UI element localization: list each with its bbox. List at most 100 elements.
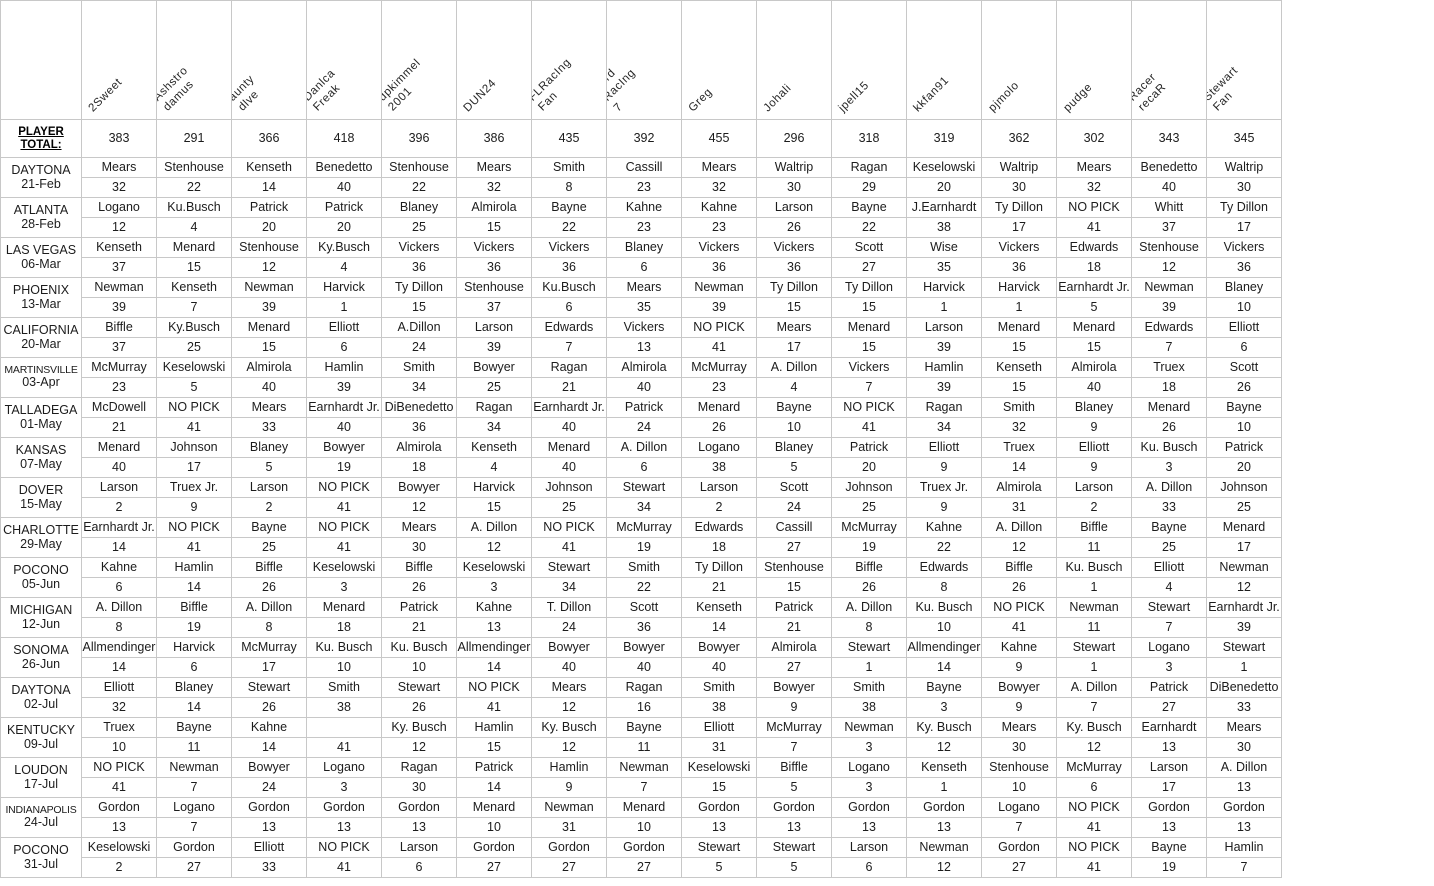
driver-score-cell[interactable]: 8 [531,177,607,198]
driver-score-cell[interactable]: 25 [456,377,532,398]
driver-pick-cell[interactable]: Elliott [1206,317,1282,338]
driver-pick-cell[interactable]: Kahne [981,637,1057,658]
driver-score-cell[interactable]: 4 [1131,577,1207,598]
driver-score-cell[interactable]: 37 [1131,217,1207,238]
driver-pick-cell[interactable]: Kahne [231,717,307,738]
player-header-ford-racing-7[interactable]: Ford RacIng 7 [606,0,682,120]
driver-score-cell[interactable]: 21 [756,617,832,638]
driver-score-cell[interactable]: 37 [81,257,157,278]
driver-score-cell[interactable]: 41 [456,697,532,718]
driver-score-cell[interactable]: 15 [981,337,1057,358]
driver-pick-cell[interactable]: Ku. Busch [306,637,382,658]
driver-pick-cell[interactable]: Patrick [1206,437,1282,458]
driver-pick-cell[interactable]: Logano [81,197,157,218]
driver-score-cell[interactable]: 25 [831,497,907,518]
driver-score-cell[interactable]: 7 [156,777,232,798]
driver-score-cell[interactable]: 20 [906,177,982,198]
driver-score-cell[interactable]: 13 [1131,817,1207,838]
driver-score-cell[interactable]: 27 [756,537,832,558]
driver-score-cell[interactable]: 12 [456,537,532,558]
driver-score-cell[interactable]: 23 [606,217,682,238]
driver-score-cell[interactable]: 22 [606,577,682,598]
driver-pick-cell[interactable]: NO PICK [306,517,382,538]
driver-score-cell[interactable]: 30 [381,777,457,798]
driver-pick-cell[interactable]: Gordon [306,797,382,818]
driver-pick-cell[interactable]: Menard [981,317,1057,338]
driver-score-cell[interactable]: 36 [981,257,1057,278]
driver-score-cell[interactable]: 13 [231,817,307,838]
driver-pick-cell[interactable]: A.Dillon [381,317,457,338]
driver-pick-cell[interactable]: Newman [831,717,907,738]
driver-pick-cell[interactable]: Ky.Busch [306,237,382,258]
driver-pick-cell[interactable]: Truex Jr. [156,477,232,498]
driver-score-cell[interactable]: 34 [906,417,982,438]
driver-score-cell[interactable]: 13 [1206,777,1282,798]
driver-score-cell[interactable]: 6 [531,297,607,318]
driver-pick-cell[interactable]: Ty Dillon [981,197,1057,218]
driver-score-cell[interactable]: 14 [981,457,1057,478]
driver-pick-cell[interactable]: Bayne [1131,837,1207,858]
driver-score-cell[interactable]: 22 [381,177,457,198]
driver-pick-cell[interactable]: Elliott [906,437,982,458]
driver-score-cell[interactable]: 25 [231,537,307,558]
driver-pick-cell[interactable]: Hamlin [306,357,382,378]
driver-pick-cell[interactable]: Ku. Busch [1131,437,1207,458]
driver-score-cell[interactable]: 33 [1206,697,1282,718]
driver-pick-cell[interactable]: Allmendinger [456,637,532,658]
driver-pick-cell[interactable]: Keselowski [906,157,982,178]
driver-pick-cell[interactable]: Edwards [1056,237,1132,258]
driver-score-cell[interactable]: 40 [231,377,307,398]
driver-pick-cell[interactable]: Stewart [1206,637,1282,658]
driver-pick-cell[interactable]: Bowyer [606,637,682,658]
driver-pick-cell[interactable]: Kahne [681,197,757,218]
driver-pick-cell[interactable]: Hamlin [156,557,232,578]
driver-pick-cell[interactable]: Ragan [606,677,682,698]
driver-pick-cell[interactable]: Gordon [831,797,907,818]
driver-pick-cell[interactable]: Bayne [606,717,682,738]
driver-score-cell[interactable]: 14 [456,657,532,678]
driver-score-cell[interactable]: 23 [606,177,682,198]
driver-score-cell[interactable]: 14 [456,777,532,798]
driver-pick-cell[interactable]: Bowyer [531,637,607,658]
driver-pick-cell[interactable]: Ragan [456,397,532,418]
driver-pick-cell[interactable]: Gordon [1206,797,1282,818]
driver-score-cell[interactable]: 39 [906,337,982,358]
driver-score-cell[interactable]: 12 [531,697,607,718]
driver-pick-cell[interactable]: Kenseth [981,357,1057,378]
driver-score-cell[interactable]: 36 [681,257,757,278]
driver-score-cell[interactable]: 39 [306,377,382,398]
driver-score-cell[interactable]: 33 [231,857,307,878]
driver-score-cell[interactable]: 12 [381,497,457,518]
driver-score-cell[interactable]: 9 [981,657,1057,678]
driver-pick-cell[interactable]: A. Dillon [756,357,832,378]
driver-score-cell[interactable]: 30 [1206,737,1282,758]
driver-pick-cell[interactable]: Patrick [231,197,307,218]
player-header-pjmolo[interactable]: pjmolo [981,0,1057,120]
driver-pick-cell[interactable]: Logano [1131,637,1207,658]
player-header-flracingfan[interactable]: FLRacIng Fan [531,0,607,120]
driver-score-cell[interactable]: 21 [681,577,757,598]
driver-score-cell[interactable]: 35 [906,257,982,278]
driver-score-cell[interactable]: 41 [306,537,382,558]
driver-pick-cell[interactable]: McMurray [81,357,157,378]
driver-score-cell[interactable]: 40 [1131,177,1207,198]
driver-score-cell[interactable]: 22 [531,217,607,238]
driver-score-cell[interactable]: 9 [906,497,982,518]
driver-pick-cell[interactable]: Smith [531,157,607,178]
driver-pick-cell[interactable]: Larson [456,317,532,338]
driver-score-cell[interactable]: 13 [381,817,457,838]
driver-score-cell[interactable]: 6 [156,657,232,678]
driver-pick-cell[interactable]: Larson [81,477,157,498]
driver-score-cell[interactable]: 36 [1206,257,1282,278]
driver-score-cell[interactable]: 12 [81,217,157,238]
driver-pick-cell[interactable]: A. Dillon [456,517,532,538]
driver-pick-cell[interactable]: Bayne [531,197,607,218]
driver-pick-cell[interactable]: Larson [831,837,907,858]
player-header-greg[interactable]: Greg [681,0,757,120]
driver-pick-cell[interactable]: Almirola [606,357,682,378]
driver-pick-cell[interactable]: Kahne [606,197,682,218]
driver-pick-cell[interactable]: Ragan [531,357,607,378]
driver-score-cell[interactable]: 26 [981,577,1057,598]
driver-score-cell[interactable]: 15 [156,257,232,278]
driver-pick-cell[interactable]: Almirola [456,197,532,218]
